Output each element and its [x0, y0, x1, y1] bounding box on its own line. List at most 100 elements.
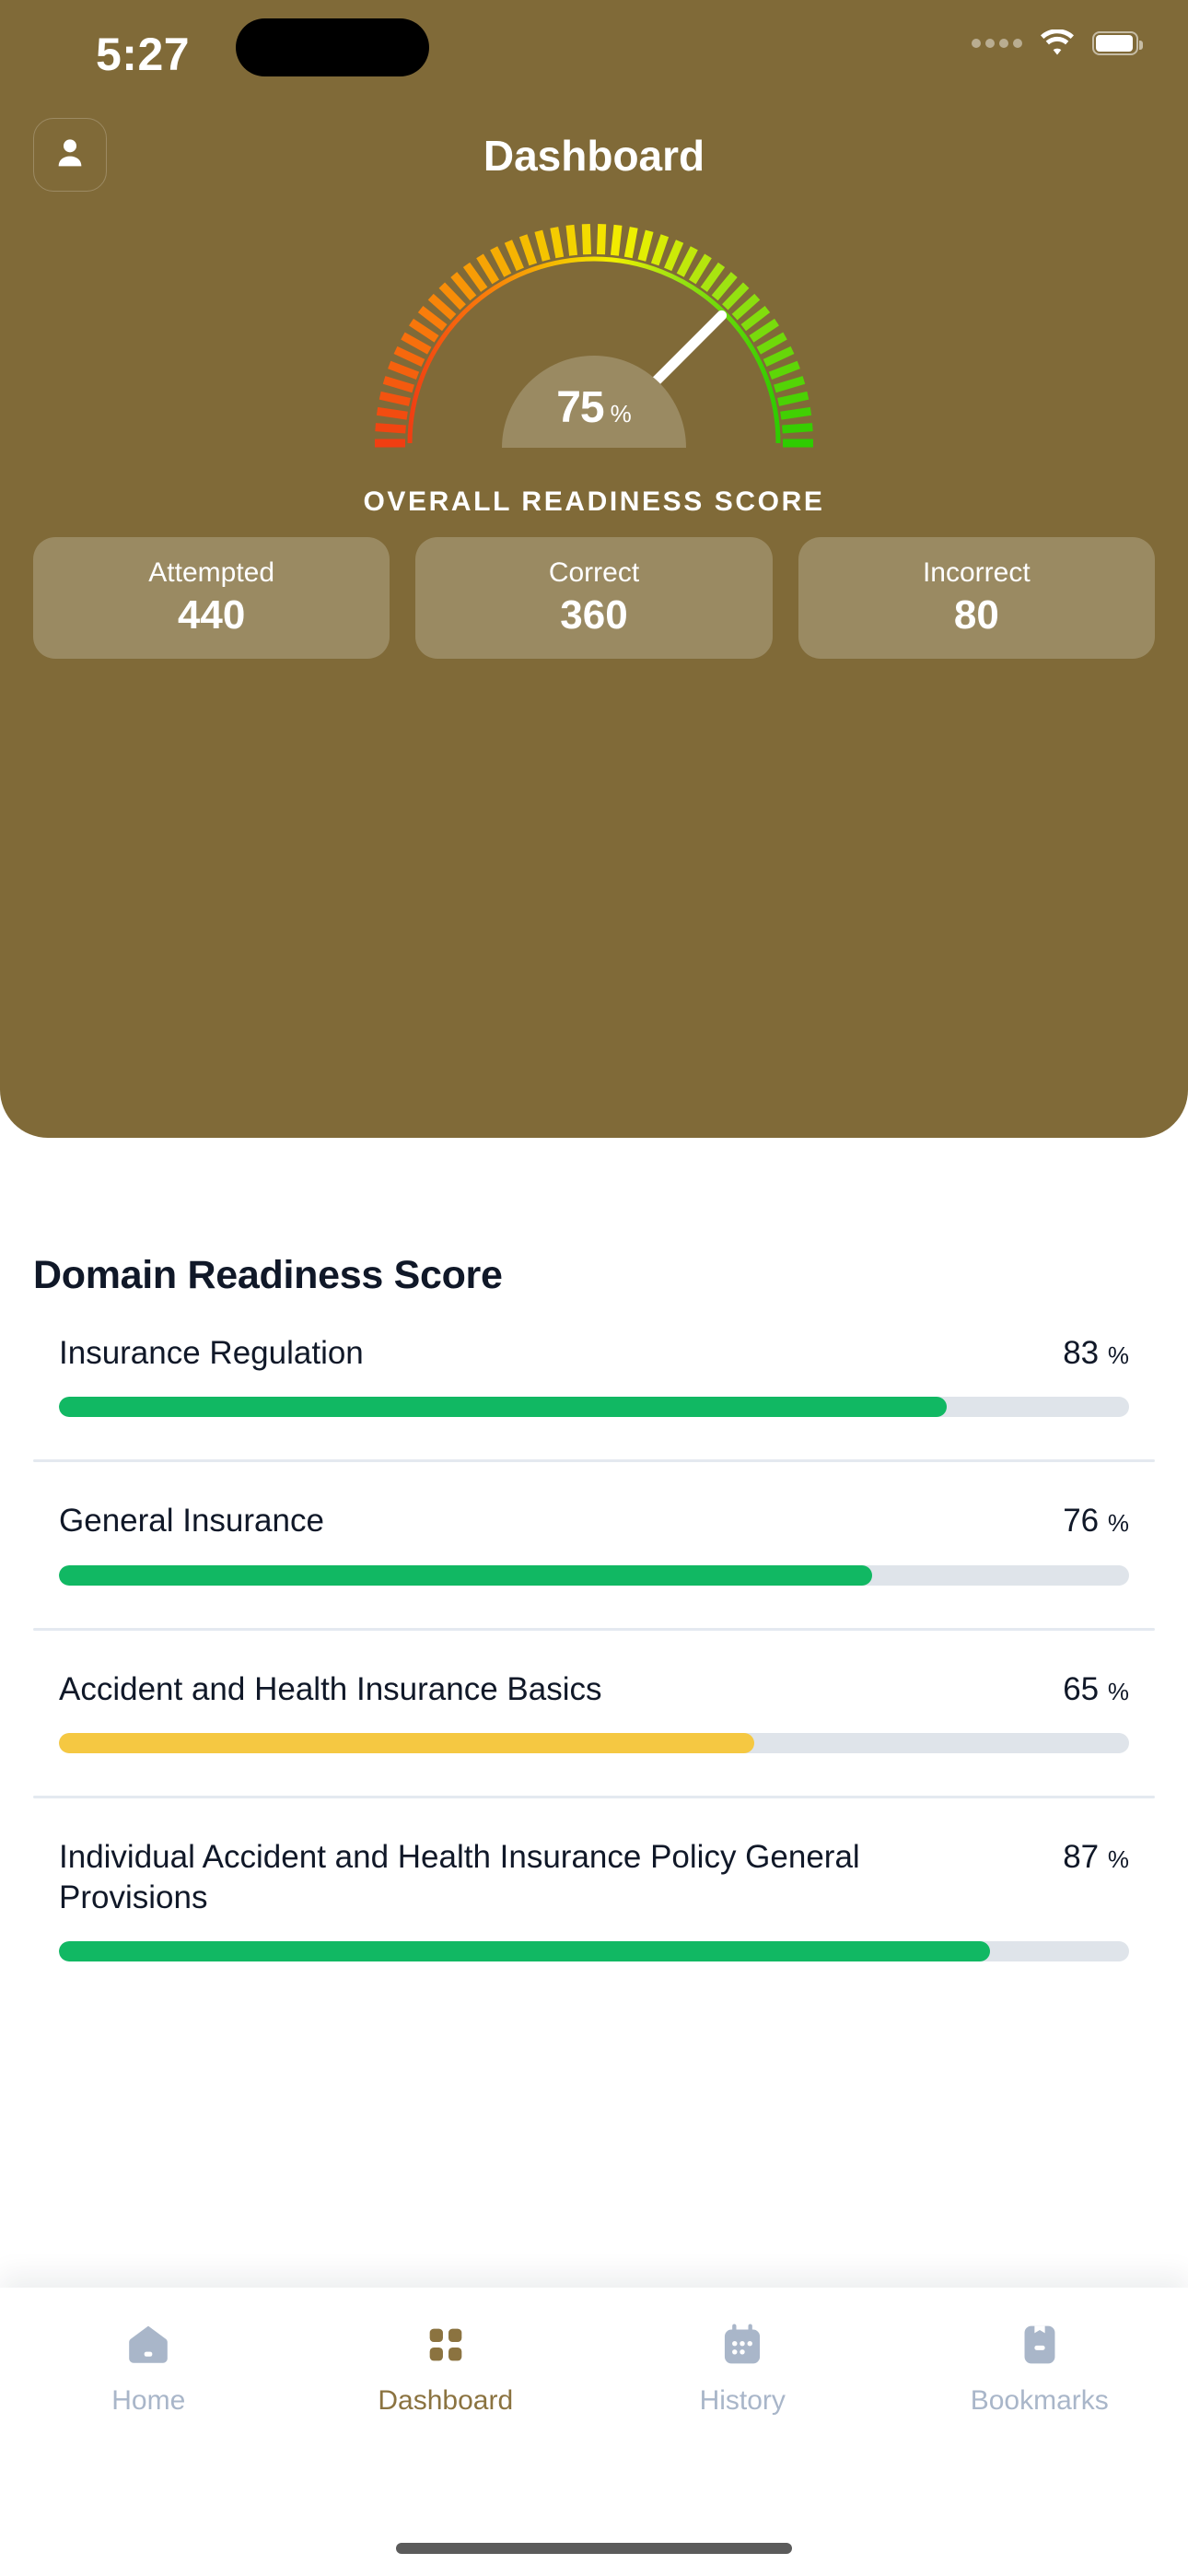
status-time: 5:27 [96, 29, 191, 80]
gauge-tick [376, 406, 408, 420]
domain-row-header: Individual Accident and Health Insurance… [33, 1837, 1155, 1917]
gauge-tick [596, 223, 607, 255]
gauge-tick [581, 223, 592, 255]
domain-row-header: General Insurance 76 % [33, 1501, 1155, 1540]
gauge-value: 75 % [556, 382, 632, 448]
bookmark-icon [1014, 2319, 1066, 2371]
progress-fill [59, 1564, 873, 1586]
stat-label: Correct [548, 557, 640, 588]
gauge-tick [688, 253, 712, 285]
tab-bookmarks[interactable]: Bookmarks [891, 2319, 1188, 2417]
gauge-tick [388, 360, 420, 380]
domain-percent-unit: % [1107, 1845, 1129, 1874]
tab-list: Home Dashboard History Bookmarks [0, 2319, 1188, 2417]
domain-percent-number: 83 [1063, 1335, 1100, 1371]
tab-label: Dashboard [378, 2385, 514, 2416]
gauge-tick [780, 406, 812, 420]
readiness-gauge: 75 % [355, 217, 833, 448]
gauge-tick [550, 227, 565, 259]
status-bar: 5:27 [0, 0, 1188, 101]
stat-card-row: Attempted 440 Correct 360 Incorrect 80 [33, 537, 1155, 659]
gauge-tick [450, 272, 477, 301]
gauge-value-number: 75 [556, 383, 604, 432]
calendar-clock-icon [716, 2319, 768, 2371]
gauge-tick [417, 305, 448, 332]
home-icon [122, 2319, 174, 2371]
gauge-tick [777, 391, 809, 406]
domain-readiness-section: Domain Readiness Score Insurance Regulat… [0, 1138, 1188, 1961]
domain-percent: 87 % [1063, 1837, 1129, 1876]
gauge-tick [565, 224, 578, 256]
progress-track [59, 1564, 1129, 1586]
domain-row[interactable]: Insurance Regulation 83 % [0, 1333, 1188, 1418]
domain-list: Insurance Regulation 83 % General Insuranc… [0, 1333, 1188, 1961]
tab-home[interactable]: Home [0, 2319, 297, 2417]
bottom-tab-bar: Home Dashboard History Bookmarks [0, 2288, 1188, 2576]
section-title: Domain Readiness Score [33, 1253, 503, 1297]
progress-fill [59, 1397, 948, 1418]
domain-row[interactable]: General Insurance 76 % [0, 1501, 1188, 1586]
tab-history[interactable]: History [594, 2319, 891, 2417]
page-title: Dashboard [483, 132, 705, 180]
progress-track [59, 1733, 1129, 1754]
gauge-tick [462, 262, 488, 292]
gauge-tick [490, 246, 512, 277]
gauge-tick [610, 224, 623, 256]
domain-percent-number: 87 [1063, 1839, 1100, 1876]
domain-percent-unit: % [1107, 1677, 1129, 1705]
dynamic-island [236, 18, 429, 76]
domain-name: Accident and Health Insurance Basics [59, 1670, 602, 1707]
domain-name: General Insurance [59, 1503, 324, 1540]
gauge-tick [650, 234, 670, 266]
gauge-tick [504, 240, 524, 272]
domain-row[interactable]: Accident and Health Insurance Basics 65 % [0, 1669, 1188, 1754]
stat-value: 440 [177, 592, 246, 638]
gauge-tick [623, 227, 638, 259]
list-divider [33, 1459, 1155, 1463]
stat-label: Incorrect [922, 557, 1031, 588]
gauge-tick [518, 234, 538, 266]
domain-percent-unit: % [1107, 1509, 1129, 1538]
progress-fill [59, 1940, 990, 1961]
gauge-tick [768, 360, 800, 380]
domain-percent-unit: % [1107, 1341, 1129, 1369]
gauge-tick [382, 376, 414, 393]
gauge-tick [676, 246, 698, 277]
gauge-tick [637, 229, 654, 262]
tab-dashboard[interactable]: Dashboard [297, 2319, 595, 2417]
progress-fill [59, 1733, 755, 1754]
gauge-tick [664, 240, 684, 272]
status-indicators [972, 29, 1143, 57]
gauge-tick [756, 332, 787, 355]
gauge-tick [476, 253, 500, 285]
gauge-value-unit: % [610, 400, 632, 427]
domain-percent: 65 % [1063, 1669, 1129, 1708]
stat-value: 360 [560, 592, 628, 638]
list-divider [33, 1627, 1155, 1631]
domain-percent-number: 76 [1063, 1503, 1100, 1540]
gauge-tick [438, 282, 466, 310]
domain-percent: 83 % [1063, 1333, 1129, 1372]
progress-track [59, 1940, 1129, 1961]
gauge-tick [722, 282, 750, 310]
gauge-tick [393, 345, 425, 368]
progress-track [59, 1397, 1129, 1418]
gauge-tick [774, 376, 806, 393]
gauge-tick [731, 293, 761, 321]
tab-label: Bookmarks [970, 2385, 1109, 2416]
gauge-tick [401, 332, 432, 355]
domain-percent-number: 65 [1063, 1670, 1100, 1707]
tab-label: Home [111, 2385, 186, 2416]
stat-card-correct: Correct 360 [415, 537, 773, 659]
domain-row[interactable]: Individual Accident and Health Insurance… [0, 1837, 1188, 1961]
gauge-tick [740, 305, 771, 332]
gauge-tick [700, 262, 726, 292]
domain-row-header: Insurance Regulation 83 % [33, 1333, 1155, 1373]
header-panel: 5:27 Dashboard 75 % OVERALL READINESS SC… [0, 0, 1188, 1138]
tab-label: History [699, 2385, 786, 2416]
battery-icon [1092, 31, 1143, 55]
domain-row-header: Accident and Health Insurance Basics 65 % [33, 1669, 1155, 1709]
gauge-tick [534, 229, 551, 262]
cellular-dots-icon [972, 39, 1022, 48]
gauge-tick [379, 391, 411, 406]
